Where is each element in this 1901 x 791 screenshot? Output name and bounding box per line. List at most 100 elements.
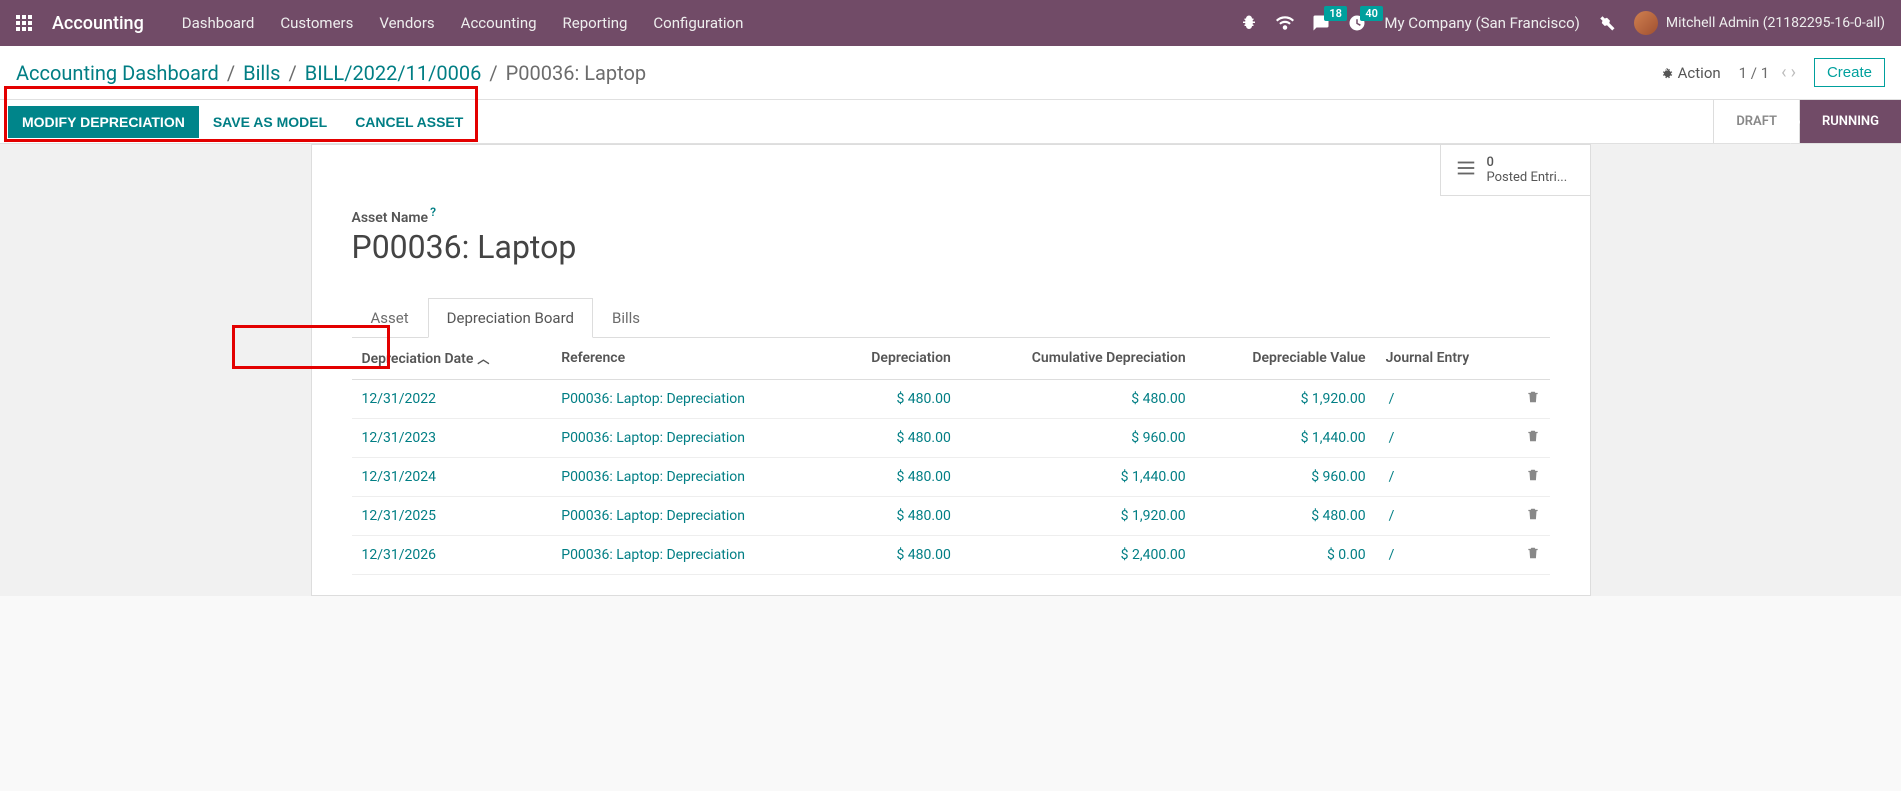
messages-badge: 18 (1324, 6, 1347, 21)
col-depreciation[interactable]: Depreciation (826, 338, 960, 380)
cell-journal[interactable]: / (1386, 547, 1395, 563)
user-menu[interactable]: Mitchell Admin (21182295-16-0-all) (1634, 11, 1885, 35)
form-sheet: 0 Posted Entri... Asset Name? P00036: La… (311, 144, 1591, 596)
tab-asset[interactable]: Asset (352, 298, 428, 337)
cell-journal[interactable]: / (1386, 391, 1395, 407)
tools-icon[interactable] (1598, 14, 1616, 32)
app-brand[interactable]: Accounting (52, 13, 144, 34)
trash-icon[interactable] (1526, 431, 1540, 447)
messages-icon[interactable]: 18 (1312, 14, 1330, 32)
cell-depreciation[interactable]: $ 480.00 (896, 430, 950, 446)
pager-next-icon[interactable]: › (1791, 62, 1796, 83)
col-cumulative[interactable]: Cumulative Depreciation (961, 338, 1196, 380)
breadcrumb-sep: / (288, 61, 296, 85)
breadcrumb-bill[interactable]: BILL/2022/11/0006 (305, 61, 482, 85)
breadcrumb-root[interactable]: Accounting Dashboard (16, 61, 219, 85)
cell-journal[interactable]: / (1386, 430, 1395, 446)
cell-journal[interactable]: / (1386, 469, 1395, 485)
help-icon[interactable]: ? (430, 205, 436, 219)
action-label: Action (1678, 64, 1721, 82)
cell-date[interactable]: 12/31/2026 (362, 547, 437, 563)
stage-draft[interactable]: DRAFT (1713, 100, 1799, 143)
nav-dashboard[interactable]: Dashboard (182, 14, 255, 32)
posted-entries-stat[interactable]: 0 Posted Entri... (1440, 145, 1590, 196)
cell-cumulative[interactable]: $ 480.00 (1131, 391, 1185, 407)
cell-depreciation[interactable]: $ 480.00 (896, 391, 950, 407)
col-reference[interactable]: Reference (551, 338, 826, 380)
cell-depreciable[interactable]: $ 960.00 (1311, 469, 1365, 485)
breadcrumb-bills[interactable]: Bills (243, 61, 280, 85)
cell-cumulative[interactable]: $ 960.00 (1131, 430, 1185, 446)
nav-configuration[interactable]: Configuration (653, 14, 743, 32)
cell-reference[interactable]: P00036: Laptop: Depreciation (561, 547, 745, 563)
cell-date[interactable]: 12/31/2022 (362, 391, 437, 407)
nav-accounting[interactable]: Accounting (461, 14, 537, 32)
pager: 1 / 1 ‹ › (1739, 62, 1796, 83)
top-navbar: Accounting Dashboard Customers Vendors A… (0, 0, 1901, 46)
trash-icon[interactable] (1526, 470, 1540, 486)
activities-icon[interactable]: 40 (1348, 14, 1366, 32)
activities-badge: 40 (1360, 6, 1383, 21)
nav-reporting[interactable]: Reporting (563, 14, 628, 32)
breadcrumb-current: P00036: Laptop (506, 61, 647, 85)
action-menu[interactable]: Action (1660, 64, 1721, 82)
stage-running[interactable]: RUNNING (1799, 100, 1901, 143)
breadcrumb-sep: / (227, 61, 235, 85)
cell-depreciation[interactable]: $ 480.00 (896, 547, 950, 563)
cell-depreciable[interactable]: $ 1,920.00 (1301, 391, 1366, 407)
depreciation-table: Depreciation Date︿ Reference Depreciatio… (352, 338, 1550, 575)
list-icon (1455, 157, 1477, 183)
apps-icon[interactable] (16, 15, 32, 31)
cell-cumulative[interactable]: $ 1,440.00 (1121, 469, 1186, 485)
table-row[interactable]: 12/31/2025 P00036: Laptop: Depreciation $ … (352, 496, 1550, 535)
trash-icon[interactable] (1526, 509, 1540, 525)
create-button[interactable]: Create (1814, 58, 1885, 87)
control-bar: Accounting Dashboard / Bills / BILL/2022… (0, 46, 1901, 100)
tab-depreciation-board[interactable]: Depreciation Board (428, 298, 593, 338)
col-depreciable[interactable]: Depreciable Value (1196, 338, 1376, 380)
cell-reference[interactable]: P00036: Laptop: Depreciation (561, 430, 745, 446)
cell-date[interactable]: 12/31/2025 (362, 508, 437, 524)
cell-depreciable[interactable]: $ 0.00 (1327, 547, 1366, 563)
nav-vendors[interactable]: Vendors (379, 14, 434, 32)
col-date[interactable]: Depreciation Date︿ (352, 338, 552, 380)
table-row[interactable]: 12/31/2023 P00036: Laptop: Depreciation $ … (352, 418, 1550, 457)
asset-name-value[interactable]: P00036: Laptop (352, 228, 1550, 266)
nav-menu: Dashboard Customers Vendors Accounting R… (182, 14, 744, 32)
save-as-model-button[interactable]: SAVE AS MODEL (199, 106, 341, 138)
table-row[interactable]: 12/31/2026 P00036: Laptop: Depreciation $ … (352, 535, 1550, 574)
pager-text[interactable]: 1 / 1 (1739, 64, 1770, 82)
nav-customers[interactable]: Customers (280, 14, 353, 32)
trash-icon[interactable] (1526, 548, 1540, 564)
breadcrumb-sep: / (489, 61, 497, 85)
tab-bills[interactable]: Bills (593, 298, 659, 337)
cell-date[interactable]: 12/31/2023 (362, 430, 437, 446)
avatar (1634, 11, 1658, 35)
table-row[interactable]: 12/31/2022 P00036: Laptop: Depreciation $ … (352, 379, 1550, 418)
wifi-icon[interactable] (1276, 14, 1294, 32)
modify-depreciation-button[interactable]: MODIFY DEPRECIATION (8, 106, 199, 138)
tabs: Asset Depreciation Board Bills (352, 298, 1550, 338)
breadcrumb: Accounting Dashboard / Bills / BILL/2022… (16, 61, 646, 85)
asset-name-label: Asset Name? (352, 210, 436, 226)
cell-reference[interactable]: P00036: Laptop: Depreciation (561, 508, 745, 524)
cell-cumulative[interactable]: $ 1,920.00 (1121, 508, 1186, 524)
cell-journal[interactable]: / (1386, 508, 1395, 524)
table-row[interactable]: 12/31/2024 P00036: Laptop: Depreciation $ … (352, 457, 1550, 496)
cell-reference[interactable]: P00036: Laptop: Depreciation (561, 469, 745, 485)
sort-asc-icon: ︿ (477, 352, 489, 366)
cell-depreciable[interactable]: $ 480.00 (1311, 508, 1365, 524)
cell-depreciation[interactable]: $ 480.00 (896, 508, 950, 524)
user-name: Mitchell Admin (21182295-16-0-all) (1666, 15, 1885, 31)
pager-prev-icon[interactable]: ‹ (1781, 62, 1786, 83)
cell-reference[interactable]: P00036: Laptop: Depreciation (561, 391, 745, 407)
trash-icon[interactable] (1526, 392, 1540, 408)
company-switcher[interactable]: My Company (San Francisco) (1384, 14, 1579, 32)
cell-date[interactable]: 12/31/2024 (362, 469, 437, 485)
debug-icon[interactable] (1240, 14, 1258, 32)
cell-cumulative[interactable]: $ 2,400.00 (1121, 547, 1186, 563)
cell-depreciation[interactable]: $ 480.00 (896, 469, 950, 485)
cancel-asset-button[interactable]: CANCEL ASSET (341, 106, 477, 138)
cell-depreciable[interactable]: $ 1,440.00 (1301, 430, 1366, 446)
col-journal[interactable]: Journal Entry (1376, 338, 1516, 380)
